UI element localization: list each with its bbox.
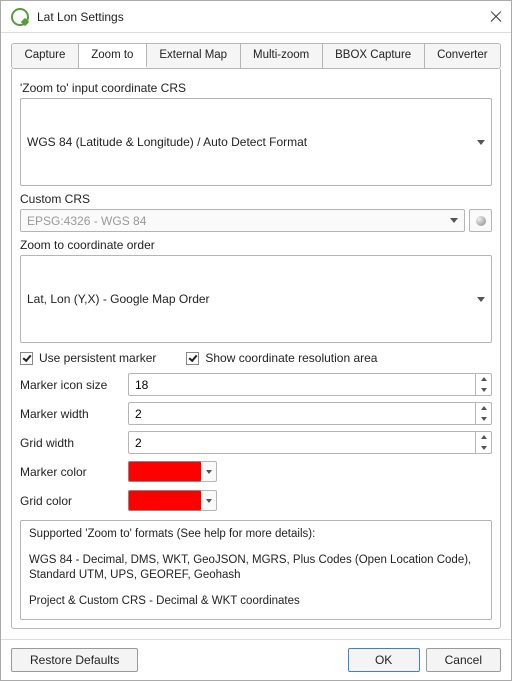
select-input-crs-value: WGS 84 (Latitude & Longitude) / Auto Det… xyxy=(27,135,307,149)
checkbox-label: Show coordinate resolution area xyxy=(205,351,377,365)
tab-converter[interactable]: Converter xyxy=(425,44,500,68)
window-title: Lat Lon Settings xyxy=(37,10,124,24)
close-icon[interactable] xyxy=(489,11,501,23)
app-icon xyxy=(11,8,29,26)
restore-defaults-button[interactable]: Restore Defaults xyxy=(11,648,138,672)
checkbox-use-persistent[interactable]: Use persistent marker xyxy=(20,351,156,365)
label-custom-crs: Custom CRS xyxy=(20,192,492,206)
tab-bar: Capture Zoom to External Map Multi-zoom … xyxy=(11,43,501,69)
tab-external-map[interactable]: External Map xyxy=(147,44,241,68)
select-custom-crs-value: EPSG:4326 - WGS 84 xyxy=(27,214,146,228)
info-line: MGRS - Only MGRS coordinates xyxy=(29,619,483,620)
select-input-crs[interactable]: WGS 84 (Latitude & Longitude) / Auto Det… xyxy=(20,98,492,186)
label-input-crs: 'Zoom to' input coordinate CRS xyxy=(20,81,492,95)
checkbox-label: Use persistent marker xyxy=(39,351,156,365)
spin-marker-width[interactable] xyxy=(128,402,492,425)
color-swatch-grid[interactable] xyxy=(128,490,202,511)
info-line: Project & Custom CRS - Decimal & WKT coo… xyxy=(29,594,483,610)
color-dropdown-grid[interactable] xyxy=(201,490,217,511)
checkbox-icon xyxy=(186,352,199,365)
spin-grid-width-input[interactable] xyxy=(129,432,475,453)
spin-up-icon[interactable] xyxy=(476,403,491,414)
label-grid-width: Grid width xyxy=(20,436,120,450)
label-coord-order: Zoom to coordinate order xyxy=(20,238,492,252)
cancel-button[interactable]: Cancel xyxy=(426,648,501,672)
chevron-down-icon xyxy=(450,218,458,223)
spin-down-icon[interactable] xyxy=(476,414,491,425)
spin-marker-width-input[interactable] xyxy=(129,403,475,424)
ok-button[interactable]: OK xyxy=(348,648,420,672)
color-dropdown-marker[interactable] xyxy=(201,461,217,482)
select-coord-order-value: Lat, Lon (Y,X) - Google Map Order xyxy=(27,292,210,306)
spin-down-icon[interactable] xyxy=(476,385,491,396)
tab-zoom-to[interactable]: Zoom to xyxy=(79,44,147,68)
label-marker-icon-size: Marker icon size xyxy=(20,378,120,392)
tab-multi-zoom[interactable]: Multi-zoom xyxy=(241,44,323,68)
info-title: Supported 'Zoom to' formats (See help fo… xyxy=(29,527,483,543)
spin-up-icon[interactable] xyxy=(476,374,491,385)
info-line: WGS 84 - Decimal, DMS, WKT, GeoJSON, MGR… xyxy=(29,553,483,584)
spin-marker-icon-size-input[interactable] xyxy=(129,374,475,395)
checkbox-show-resolution[interactable]: Show coordinate resolution area xyxy=(186,351,377,365)
color-swatch-marker[interactable] xyxy=(128,461,202,482)
spin-down-icon[interactable] xyxy=(476,443,491,454)
checkbox-icon xyxy=(20,352,33,365)
supported-formats-box[interactable]: Supported 'Zoom to' formats (See help fo… xyxy=(20,520,492,620)
label-marker-color: Marker color xyxy=(20,465,120,479)
crs-picker-button[interactable] xyxy=(469,209,492,232)
spin-grid-width[interactable] xyxy=(128,431,492,454)
globe-icon xyxy=(476,216,486,226)
chevron-down-icon xyxy=(477,297,485,302)
tab-capture[interactable]: Capture xyxy=(12,44,79,68)
select-custom-crs: EPSG:4326 - WGS 84 xyxy=(20,209,465,232)
select-coord-order[interactable]: Lat, Lon (Y,X) - Google Map Order xyxy=(20,255,492,343)
chevron-down-icon xyxy=(477,140,485,145)
tab-bbox-capture[interactable]: BBOX Capture xyxy=(323,44,425,68)
label-grid-color: Grid color xyxy=(20,494,120,508)
spin-up-icon[interactable] xyxy=(476,432,491,443)
label-marker-width: Marker width xyxy=(20,407,120,421)
spin-marker-icon-size[interactable] xyxy=(128,373,492,396)
